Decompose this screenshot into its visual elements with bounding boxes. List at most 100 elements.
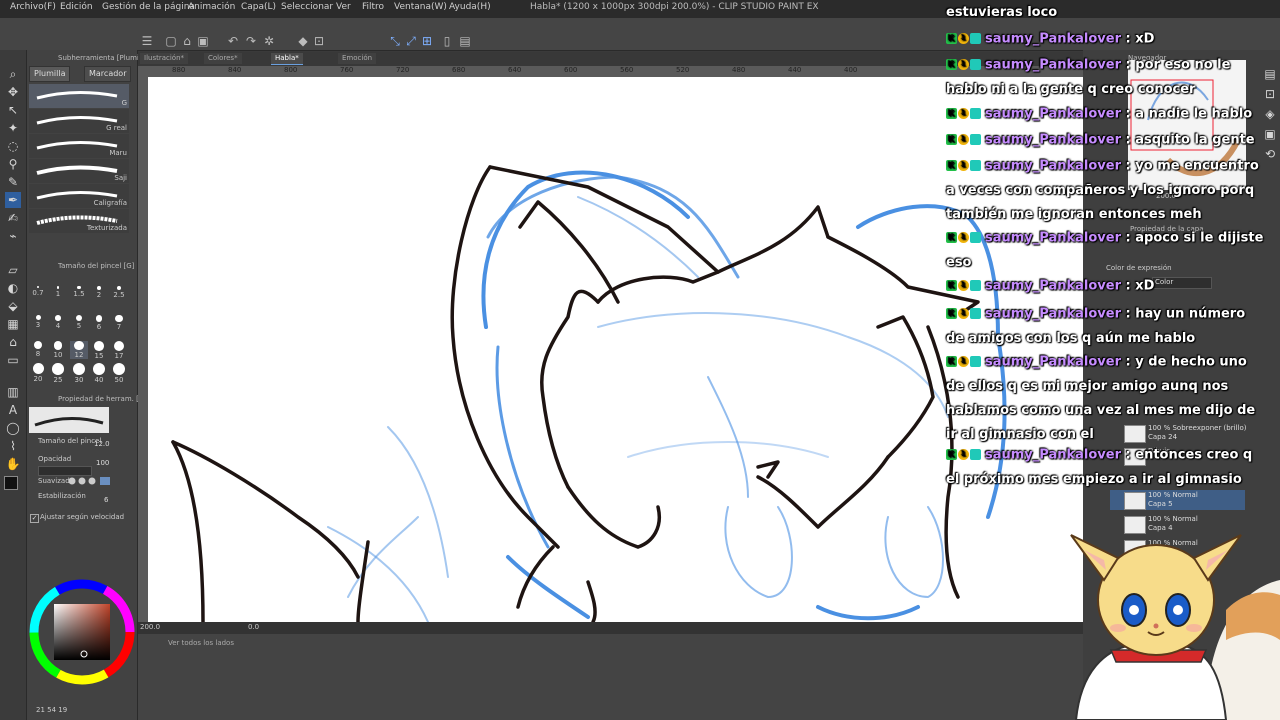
ruler-tick: 640	[508, 66, 522, 74]
brush-size-3[interactable]: 3	[29, 315, 47, 329]
snap-grid-icon[interactable]: ⊞	[420, 34, 434, 48]
blend-icon[interactable]: ◐	[5, 280, 21, 296]
brush-size-label: 6	[96, 322, 102, 331]
undo-icon[interactable]: ↶	[226, 34, 240, 48]
menu-capa[interactable]: Capa(L)	[241, 2, 276, 12]
move-icon[interactable]: ✥	[5, 84, 21, 100]
brush-item-saji[interactable]: Saji	[29, 159, 129, 183]
brush-size-17[interactable]: 17	[110, 341, 128, 360]
redo-icon[interactable]: ↷	[244, 34, 258, 48]
brush-item-maru[interactable]: Maru	[29, 134, 129, 158]
hand-icon[interactable]: ✋	[5, 456, 21, 472]
chat-username: saumy_Pankalover	[985, 306, 1121, 322]
menu-animacion[interactable]: Animación	[188, 2, 235, 12]
snap-ruler-icon[interactable]: ⤡	[388, 34, 402, 48]
color-wheel[interactable]	[28, 578, 136, 686]
balloon-icon[interactable]: ◯	[5, 420, 21, 436]
tab-plumilla[interactable]: Plumilla	[29, 66, 71, 82]
menu-ayuda[interactable]: Ayuda(H)	[449, 2, 491, 12]
brush-size-dot	[93, 363, 105, 375]
settings-icon[interactable]: ✲	[262, 34, 276, 48]
doc-tab-colores[interactable]: Colores*	[204, 53, 242, 64]
fill-icon[interactable]: ◆	[296, 34, 310, 48]
fill-icon-tool[interactable]: ⬙	[5, 298, 21, 314]
speed-adjust-checkbox[interactable]: ✓	[30, 514, 39, 523]
correct-line-icon[interactable]: ⌇	[5, 438, 21, 454]
menu-edicion[interactable]: Edición	[60, 2, 93, 12]
menu-archivo[interactable]: Archivo(F)	[10, 2, 56, 12]
sketch-layer	[327, 170, 1007, 622]
brush-size-25[interactable]: 25	[49, 363, 67, 384]
device-icon[interactable]: ▯	[440, 34, 454, 48]
lasso-icon[interactable]: ◌	[5, 138, 21, 154]
main-color-swatch[interactable]	[4, 476, 18, 490]
prop-value-opacity[interactable]: 100	[96, 459, 109, 467]
ruler-tick: 680	[452, 66, 466, 74]
save-icon[interactable]: ▣	[196, 34, 210, 48]
tier-badge-icon: 1	[958, 134, 969, 145]
brush-size-4[interactable]: 4	[49, 315, 67, 330]
brush-size-0.7[interactable]: 0.7	[29, 286, 47, 297]
figure-icon[interactable]: ⌂	[5, 334, 21, 350]
chat-message: K 1 saumy_Pankalover : xD	[946, 274, 1266, 299]
doc-tab-emocion[interactable]: Emoción	[338, 53, 377, 64]
opacity-slider[interactable]	[38, 466, 92, 476]
brush-size-2.5[interactable]: 2.5	[110, 286, 128, 299]
new-file-icon[interactable]: ▢	[164, 34, 178, 48]
angle-value[interactable]: 0.0	[248, 623, 259, 631]
brush-size-50[interactable]: 50	[110, 363, 128, 384]
menu-seleccionar[interactable]: Seleccionar	[281, 2, 333, 12]
brush-size-5[interactable]: 5	[70, 315, 88, 330]
brush-size-20[interactable]: 20	[29, 363, 47, 383]
frame-icon[interactable]: ▭	[5, 352, 21, 368]
prop-value-size[interactable]: 12.0	[94, 440, 110, 448]
brush-size-2[interactable]: 2	[90, 286, 108, 299]
menu-gestion-pagina[interactable]: Gestión de la página	[102, 2, 195, 12]
doc-tab-ilustracion[interactable]: Ilustración*	[140, 53, 189, 64]
ruler-icon[interactable]: ▥	[5, 384, 21, 400]
brush-size-15[interactable]: 15	[90, 341, 108, 360]
magnifier-icon[interactable]: ⌕	[5, 66, 21, 82]
brush-size-7[interactable]: 7	[110, 315, 128, 331]
menu-filtro[interactable]: Filtro	[362, 2, 384, 12]
pencil-icon[interactable]: ✎	[5, 174, 21, 190]
text-icon[interactable]: A	[5, 402, 21, 418]
brush-size-label: 5	[76, 322, 82, 331]
brush-size-1.5[interactable]: 1.5	[70, 286, 88, 298]
brush-item-caligrafia[interactable]: Caligrafía	[29, 184, 129, 208]
doc-tab-habla[interactable]: Habla*	[271, 53, 303, 65]
brush-size-12[interactable]: 12	[70, 341, 88, 360]
brush-size-1[interactable]: 1	[49, 286, 67, 298]
brush-item-g[interactable]: G	[29, 84, 129, 108]
eraser-icon[interactable]: ▱	[5, 262, 21, 278]
brush-size-8[interactable]: 8	[29, 341, 47, 358]
prop-value-stabilization[interactable]: 6	[104, 496, 108, 504]
menu-icon[interactable]: ☰	[140, 34, 154, 48]
brush-item-g-real[interactable]: G real	[29, 109, 129, 133]
open-file-icon[interactable]: ⌂	[180, 34, 194, 48]
chat-text: asquito la gente	[1135, 132, 1255, 148]
eyedropper-icon[interactable]: ⚲	[5, 156, 21, 172]
snap-special-ruler-icon[interactable]: ⤢	[404, 34, 418, 48]
list-icon[interactable]: ▤	[458, 34, 472, 48]
brush-size-40[interactable]: 40	[90, 363, 108, 384]
brush-size-6[interactable]: 6	[90, 315, 108, 331]
transform-icon[interactable]: ⊡	[312, 34, 326, 48]
airbrush-icon[interactable]: ⌁	[5, 228, 21, 244]
brush-icon[interactable]: ✍	[5, 210, 21, 226]
menu-ver[interactable]: Ver	[336, 2, 351, 12]
chat-username: saumy_Pankalover	[985, 447, 1121, 463]
menu-ventana[interactable]: Ventana(W)	[394, 2, 447, 12]
tab-marcador[interactable]: Marcador	[84, 66, 132, 82]
gradient-icon[interactable]: ▦	[5, 316, 21, 332]
brush-item-texturizada[interactable]: Texturizada	[29, 209, 129, 233]
drawing-canvas[interactable]	[148, 77, 1083, 622]
smoothing-selector[interactable]	[68, 476, 118, 486]
zoom-value[interactable]: 200.0	[140, 623, 160, 631]
brush-size-10[interactable]: 10	[49, 341, 67, 359]
chat-username: saumy_Pankalover	[985, 230, 1121, 246]
pen-icon[interactable]: ✒	[5, 192, 21, 208]
wand-icon[interactable]: ✦	[5, 120, 21, 136]
operation-icon[interactable]: ↖	[5, 102, 21, 118]
brush-size-30[interactable]: 30	[70, 363, 88, 384]
